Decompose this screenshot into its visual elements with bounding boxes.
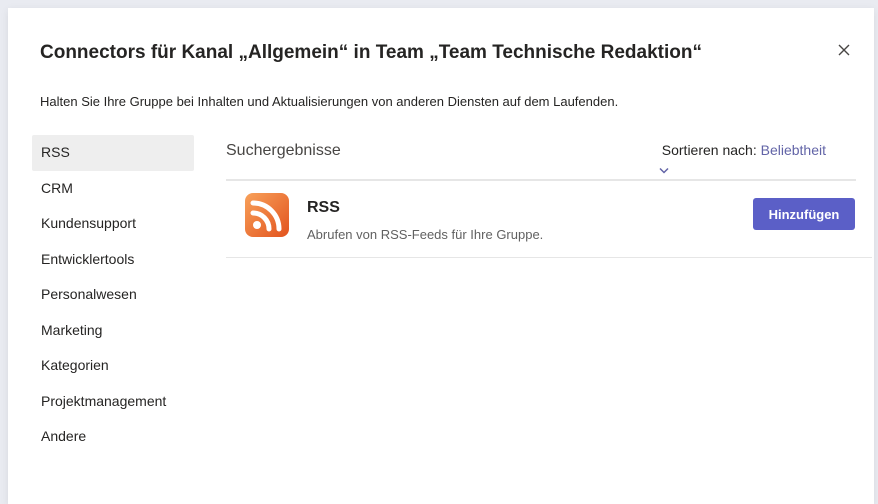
close-button[interactable] [832, 38, 856, 62]
dialog-subtitle: Halten Sie Ihre Gruppe bei Inhalten und … [40, 94, 619, 109]
sidebar-item-marketing[interactable]: Marketing [32, 313, 194, 349]
chevron-down-icon[interactable] [659, 167, 669, 174]
connector-description: Abrufen von RSS-Feeds für Ihre Gruppe. [307, 227, 544, 242]
sidebar-item-personalwesen[interactable]: Personalwesen [32, 277, 194, 313]
connector-row-rss: RSS Abrufen von RSS-Feeds für Ihre Grupp… [226, 181, 872, 258]
category-sidebar: RSS CRM Kundensupport Entwicklertools Pe… [32, 135, 194, 455]
close-icon [838, 44, 850, 56]
sidebar-item-andere[interactable]: Andere [32, 419, 194, 455]
results-header: Suchergebnisse Sortieren nach: Beliebthe… [226, 135, 856, 181]
connectors-dialog: Connectors für Kanal „Allgemein“ in Team… [8, 8, 874, 504]
sidebar-item-rss[interactable]: RSS [32, 135, 194, 171]
add-connector-button[interactable]: Hinzufügen [753, 198, 855, 230]
sidebar-item-projektmanagement[interactable]: Projektmanagement [32, 384, 194, 420]
sort-label: Sortieren nach: [661, 142, 757, 158]
rss-icon [245, 193, 289, 237]
sidebar-item-crm[interactable]: CRM [32, 171, 194, 207]
sidebar-item-kundensupport[interactable]: Kundensupport [32, 206, 194, 242]
results-title: Suchergebnisse [226, 142, 341, 159]
sidebar-item-entwicklertools[interactable]: Entwicklertools [32, 242, 194, 278]
sidebar-item-kategorien[interactable]: Kategorien [32, 348, 194, 384]
sort-control[interactable]: Sortieren nach: Beliebtheit [662, 142, 826, 158]
dialog-title: Connectors für Kanal „Allgemein“ in Team… [40, 42, 702, 63]
connector-name: RSS [307, 199, 340, 216]
sort-value-link[interactable]: Beliebtheit [761, 142, 826, 158]
